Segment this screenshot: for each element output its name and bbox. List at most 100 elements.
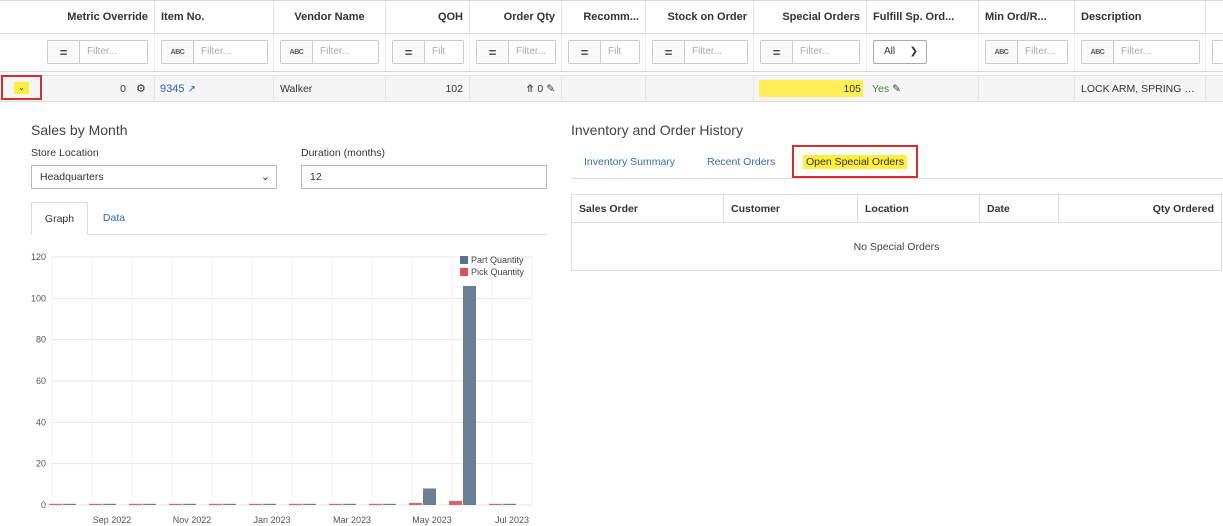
- filter-cell-item: ABC Filter...: [155, 34, 274, 71]
- contains-operator-button[interactable]: ABC: [162, 41, 194, 63]
- stock-on-order-filter[interactable]: = Filter...: [652, 40, 748, 64]
- contains-operator-button[interactable]: ABC: [986, 41, 1018, 63]
- bar-pick-qty[interactable]: [49, 503, 62, 505]
- bar-part-qty[interactable]: [143, 503, 156, 505]
- col-special-orders[interactable]: Special Orders: [754, 1, 867, 34]
- description-filter[interactable]: ABC Filter...: [1081, 40, 1200, 64]
- bar-pick-qty[interactable]: [289, 503, 302, 505]
- bar-pick-qty[interactable]: [409, 502, 422, 505]
- contains-operator-button[interactable]: ABC: [281, 41, 313, 63]
- th-sales-order[interactable]: Sales Order: [572, 195, 724, 223]
- th-location[interactable]: Location: [858, 195, 980, 223]
- bar-pick-qty[interactable]: [449, 500, 462, 505]
- min-ord-filter-input[interactable]: Filter...: [1018, 41, 1067, 63]
- bar-pick-qty[interactable]: [209, 503, 222, 505]
- equals-operator-button[interactable]: =: [761, 41, 793, 63]
- filter-cell-fulfill: All ❯: [867, 34, 979, 71]
- special-orders-filter-input[interactable]: Filter...: [793, 41, 859, 63]
- bar-pick-qty[interactable]: [329, 503, 342, 505]
- tab-graph[interactable]: Graph: [31, 202, 88, 235]
- equals-operator-button[interactable]: =: [393, 41, 425, 63]
- order-qty-filter[interactable]: = Filter...: [476, 40, 556, 64]
- equals-operator-button[interactable]: =: [477, 41, 509, 63]
- bar-part-qty[interactable]: [263, 503, 276, 505]
- equals-operator-button[interactable]: =: [569, 41, 601, 63]
- tab-open-special-orders-label: Open Special Orders: [803, 155, 907, 169]
- item-no-link[interactable]: 9345: [160, 83, 184, 95]
- min-ord-filter[interactable]: ABC Filter...: [985, 40, 1068, 64]
- bar-part-qty[interactable]: [343, 503, 356, 505]
- col-order-qty[interactable]: Order Qty: [470, 1, 562, 34]
- contains-operator-button[interactable]: ABC: [1082, 41, 1114, 63]
- bar-pick-qty[interactable]: [489, 503, 502, 505]
- equals-operator-button[interactable]: =: [48, 41, 80, 63]
- bar-part-qty[interactable]: [103, 503, 116, 505]
- item-filter[interactable]: ABC Filter...: [161, 40, 268, 64]
- item-filter-input[interactable]: Filter...: [194, 41, 267, 63]
- bar-pick-qty[interactable]: [249, 503, 262, 505]
- equals-icon: =: [580, 44, 589, 60]
- empty-message: No Special Orders: [853, 241, 940, 253]
- bar-part-qty[interactable]: [63, 503, 76, 505]
- pencil-icon[interactable]: ✎: [892, 83, 901, 95]
- stock-on-order-value: [646, 76, 754, 102]
- gear-icon[interactable]: ⚙: [136, 82, 146, 95]
- filter-cell-vendor: ABC Filter...: [274, 34, 386, 71]
- stock-on-order-filter-input[interactable]: Filter...: [685, 41, 747, 63]
- bar-part-qty[interactable]: [463, 285, 476, 505]
- bar-pick-qty[interactable]: [369, 503, 382, 505]
- duration-input[interactable]: 12: [301, 165, 547, 189]
- col-item-no[interactable]: Item No.: [155, 1, 274, 34]
- col-recommended[interactable]: Recomm...: [562, 1, 646, 34]
- external-link-icon[interactable]: ↗: [188, 84, 196, 95]
- text-contains-icon: ABC: [994, 48, 1009, 56]
- tab-recent-orders[interactable]: Recent Orders: [707, 156, 775, 168]
- tab-open-special-orders[interactable]: Open Special Orders: [792, 145, 918, 178]
- th-date[interactable]: Date: [980, 195, 1059, 223]
- col-qoh[interactable]: QOH: [386, 1, 470, 34]
- qoh-filter[interactable]: = Filt: [392, 40, 464, 64]
- recommended-filter[interactable]: = Filt: [568, 40, 640, 64]
- store-location-label: Store Location: [31, 147, 99, 159]
- col-fulfill-sp-orders[interactable]: Fulfill Sp. Ord...: [867, 1, 979, 34]
- store-location-select[interactable]: Headquarters ⌄: [31, 165, 277, 189]
- expand-row-button[interactable]: ⌄: [1, 75, 42, 100]
- vendor-filter[interactable]: ABC Filter...: [280, 40, 379, 64]
- bar-part-qty[interactable]: [503, 503, 516, 505]
- bar-part-qty[interactable]: [223, 503, 236, 505]
- legend-label[interactable]: Part Quantity: [471, 255, 524, 265]
- bar-part-qty[interactable]: [303, 503, 316, 505]
- fulfill-select[interactable]: All ❯: [873, 40, 927, 64]
- pencil-icon[interactable]: ✎: [546, 83, 555, 95]
- equals-operator-button[interactable]: =: [653, 41, 685, 63]
- bar-part-qty[interactable]: [423, 488, 436, 505]
- metric-filter-input[interactable]: Filter...: [80, 41, 147, 63]
- next-column-filter[interactable]: [1212, 40, 1223, 64]
- tab-inventory-summary[interactable]: Inventory Summary: [584, 156, 675, 168]
- x-tick-label: Sep 2022: [93, 515, 132, 525]
- th-qty-ordered[interactable]: Qty Ordered: [1059, 195, 1221, 223]
- col-metric-override[interactable]: Metric Override: [0, 1, 155, 34]
- col-vendor-name[interactable]: Vendor Name: [274, 1, 386, 34]
- col-stock-on-order[interactable]: Stock on Order: [646, 1, 754, 34]
- bar-pick-qty[interactable]: [89, 503, 102, 505]
- tab-data[interactable]: Data: [88, 202, 140, 235]
- bar-pick-qty[interactable]: [129, 503, 142, 505]
- bar-part-qty[interactable]: [183, 503, 196, 505]
- th-customer[interactable]: Customer: [724, 195, 858, 223]
- col-min-ord[interactable]: Min Ord/R...: [979, 1, 1075, 34]
- col-description[interactable]: Description: [1075, 1, 1206, 34]
- description-filter-input[interactable]: Filter...: [1114, 41, 1199, 63]
- legend-label[interactable]: Pick Quantity: [471, 267, 525, 277]
- recommended-filter-input[interactable]: Filt: [601, 41, 639, 63]
- y-tick-label: 80: [36, 335, 46, 345]
- qoh-filter-input[interactable]: Filt: [425, 41, 463, 63]
- special-orders-filter[interactable]: = Filter...: [760, 40, 860, 64]
- bar-part-qty[interactable]: [383, 503, 396, 505]
- bar-pick-qty[interactable]: [169, 503, 182, 505]
- vendor-filter-input[interactable]: Filter...: [313, 41, 378, 63]
- arrow-up-circle-icon[interactable]: ⤊: [526, 83, 535, 95]
- filter-cell-special-orders: = Filter...: [754, 34, 867, 71]
- metric-filter[interactable]: = Filter...: [47, 40, 148, 64]
- order-qty-filter-input[interactable]: Filter...: [509, 41, 555, 63]
